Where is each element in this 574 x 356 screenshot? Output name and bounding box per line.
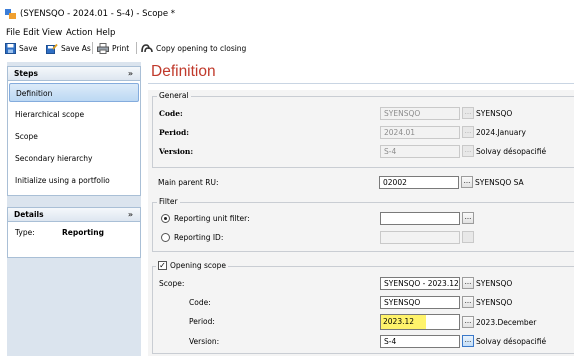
opening-code-field[interactable]: SYENSQO	[380, 296, 460, 309]
title-bar: (SYENSQO - 2024.01 - S-4) - Scope *	[0, 0, 574, 26]
version-field: S-4	[380, 145, 460, 158]
page-title: Definition	[151, 63, 216, 80]
definition-form: General Code: SYENSQO ... SYENSQO Period…	[148, 90, 574, 356]
reporting-id-label[interactable]: Reporting ID:	[174, 233, 223, 242]
collapse-chevron-icon[interactable]: »	[128, 67, 133, 80]
main-parent-field[interactable]: 02002	[379, 176, 459, 189]
menu-edit[interactable]: Edit	[23, 28, 39, 38]
opening-period-description: 2023.December	[476, 318, 537, 327]
print-icon	[97, 42, 109, 54]
opening-scope-title: Opening scope	[170, 261, 227, 270]
save-icon	[5, 42, 16, 54]
opening-version-field[interactable]: S-4	[380, 335, 460, 348]
print-button[interactable]: Print	[97, 41, 129, 55]
opening-code-browse-button[interactable]: ...	[462, 296, 474, 308]
opening-version-browse-button[interactable]: ...	[462, 335, 474, 347]
main-parent-label: Main parent RU:	[158, 178, 219, 187]
scope-label: Scope:	[159, 279, 185, 288]
version-label: Version:	[159, 147, 194, 156]
left-panel: Steps » Definition Hierarchical scope Sc…	[7, 62, 141, 356]
collapse-chevron-icon[interactable]: »	[128, 208, 133, 221]
general-group-title: General	[157, 91, 191, 100]
opening-period-label: Period:	[189, 317, 215, 326]
code-browse-button: ...	[462, 107, 474, 119]
reporting-unit-filter-field[interactable]	[380, 212, 460, 225]
app-icon	[5, 9, 16, 19]
filter-group-title: Filter	[157, 197, 180, 206]
menu-help[interactable]: Help	[96, 28, 115, 38]
step-definition[interactable]: Definition	[9, 83, 139, 102]
code-field: SYENSQO	[380, 107, 460, 120]
period-field: 2024.01	[380, 126, 460, 139]
step-scope[interactable]: Scope	[9, 127, 139, 146]
step-hierarchical-scope[interactable]: Hierarchical scope	[9, 105, 139, 124]
reporting-id-browse-button	[462, 231, 474, 243]
step-initialize-portfolio[interactable]: Initialize using a portfolio	[9, 171, 139, 190]
details-body: Type: Reporting	[7, 222, 141, 258]
opening-period-field[interactable]: 2023.12	[380, 314, 460, 330]
scope-browse-button[interactable]: ...	[462, 277, 474, 289]
code-label: Code:	[159, 109, 183, 118]
details-panel-header[interactable]: Details »	[7, 207, 141, 222]
filter-group: Filter Reporting unit filter: ... Report…	[152, 197, 574, 252]
period-description: 2024.January	[476, 128, 526, 137]
opening-scope-group: ✓ Opening scope Scope: SYENSQO - 2023.12…	[152, 261, 574, 354]
step-secondary-hierarchy[interactable]: Secondary hierarchy	[9, 149, 139, 168]
toolbar-separator	[92, 42, 93, 54]
save-button[interactable]: Save	[5, 41, 37, 55]
opening-code-description: SYENSQO	[476, 298, 513, 307]
menu-file[interactable]: File	[6, 28, 20, 38]
heading-divider	[148, 83, 574, 84]
copy-opening-label: Copy opening to closing	[156, 43, 247, 53]
window-title: (SYENSQO - 2024.01 - S-4) - Scope *	[20, 9, 176, 19]
general-group: General Code: SYENSQO ... SYENSQO Period…	[152, 91, 574, 168]
reporting-unit-filter-radio[interactable]	[161, 214, 170, 223]
save-as-button[interactable]: Save As	[46, 41, 91, 55]
save-label: Save	[19, 43, 38, 53]
print-label: Print	[112, 43, 130, 53]
period-label: Period:	[159, 128, 190, 137]
toolbar-separator	[136, 42, 137, 54]
menu-view[interactable]: View	[42, 28, 62, 38]
scope-field[interactable]: SYENSQO - 2023.12 -	[380, 277, 460, 290]
scope-description: SYENSQO	[476, 279, 513, 288]
reporting-id-field	[380, 231, 460, 244]
reporting-unit-filter-browse-button[interactable]: ...	[462, 212, 474, 224]
copy-opening-to-closing-button[interactable]: Copy opening to closing	[141, 41, 246, 55]
main-parent-browse-button[interactable]: ...	[461, 176, 473, 188]
version-description: Solvay désopacifié	[476, 147, 547, 156]
link-icon	[141, 43, 153, 52]
version-browse-button: ...	[462, 145, 474, 157]
toolbar: Save Save As Print Copy opening to closi…	[0, 40, 574, 56]
save-as-icon	[46, 43, 58, 54]
menu-action[interactable]: Action	[66, 28, 93, 38]
opening-scope-toggle[interactable]: ✓ Opening scope	[156, 261, 229, 270]
opening-version-label: Version:	[189, 337, 220, 346]
reporting-id-radio[interactable]	[161, 233, 170, 242]
details-panel-title: Details	[14, 210, 44, 219]
opening-code-label: Code:	[189, 298, 211, 307]
period-browse-button: ...	[462, 126, 474, 138]
steps-panel-header[interactable]: Steps »	[7, 66, 141, 81]
type-label: Type:	[15, 228, 35, 237]
save-as-label: Save As	[61, 43, 91, 53]
opening-scope-checkbox[interactable]: ✓	[158, 261, 167, 270]
steps-panel-title: Steps	[14, 69, 38, 78]
steps-list: Definition Hierarchical scope Scope Seco…	[7, 81, 141, 196]
code-description: SYENSQO	[476, 109, 513, 118]
reporting-unit-filter-label[interactable]: Reporting unit filter:	[174, 214, 250, 223]
main-parent-description: SYENSQO SA	[475, 178, 524, 187]
opening-period-value: 2023.12	[381, 315, 427, 329]
opening-version-description: Solvay désopacifié	[476, 337, 547, 346]
opening-period-browse-button[interactable]: ...	[462, 316, 474, 328]
type-value: Reporting	[62, 228, 104, 237]
